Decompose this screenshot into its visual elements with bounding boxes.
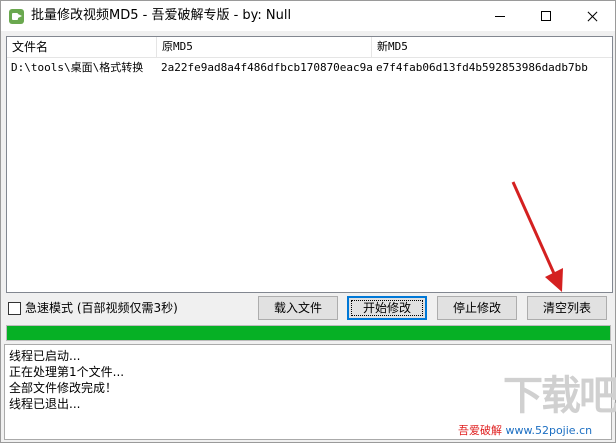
cell-new-md5: e7f4fab06d13fd4b592853986dadb7bb — [376, 61, 588, 74]
log-line: 线程已启动... — [9, 349, 81, 363]
watermark-logo: 下载吧 — [503, 373, 616, 419]
table-row[interactable]: D:\tools\桌面\格式转换 2a22fe9ad8a4f486dfbcb17… — [7, 58, 612, 78]
file-list[interactable]: 文件名 原MD5 新MD5 D:\tools\桌面\格式转换 2a22fe9ad… — [6, 36, 613, 293]
clear-list-button[interactable]: 清空列表 — [527, 296, 607, 320]
start-modify-button[interactable]: 开始修改 — [347, 296, 427, 320]
cell-filename: D:\tools\桌面\格式转换 — [11, 61, 144, 74]
close-icon[interactable] — [569, 1, 615, 31]
list-header: 文件名 原MD5 新MD5 — [7, 37, 612, 58]
log-line: 正在处理第1个文件... — [9, 365, 125, 379]
log-line: 线程已退出... — [9, 397, 81, 411]
log-line: 全部文件修改完成！ — [9, 381, 118, 395]
stop-modify-button[interactable]: 停止修改 — [437, 296, 517, 320]
fast-mode-checkbox[interactable] — [8, 302, 21, 315]
maximize-icon[interactable] — [523, 1, 569, 31]
watermark-site: 吾爱破解 www.52pojie.cn — [458, 424, 592, 438]
column-header-old-md5[interactable]: 原MD5 — [157, 37, 372, 57]
progress-fill — [7, 326, 610, 340]
column-header-filename[interactable]: 文件名 — [7, 37, 157, 57]
minimize-icon[interactable] — [477, 1, 523, 31]
watermark-site-url: www.52pojie.cn — [505, 424, 593, 437]
video-app-icon — [9, 9, 24, 24]
progress-bar — [6, 325, 611, 341]
column-header-new-md5[interactable]: 新MD5 — [372, 37, 612, 57]
watermark-site-name: 吾爱破解 — [458, 424, 502, 437]
fast-mode-label[interactable]: 急速模式 (百部视频仅需3秒) — [25, 300, 178, 316]
title-bar[interactable]: 批量修改视频MD5 - 吾爱破解专版 - by: Null — [1, 1, 615, 31]
window-title: 批量修改视频MD5 - 吾爱破解专版 - by: Null — [31, 8, 292, 23]
cell-old-md5: 2a22fe9ad8a4f486dfbcb170870eac9a — [161, 61, 372, 74]
load-files-button[interactable]: 载入文件 — [258, 296, 338, 320]
